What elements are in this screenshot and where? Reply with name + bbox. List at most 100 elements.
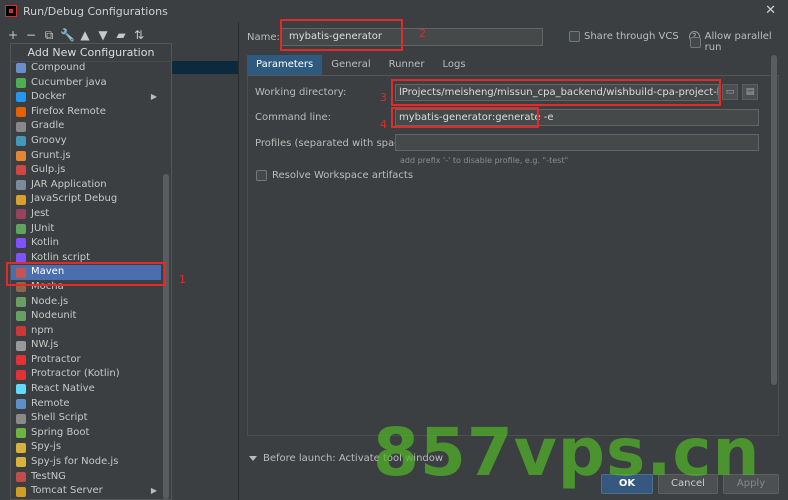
config-type-protractor[interactable]: Protractor xyxy=(11,353,161,368)
config-type-protractor-kotlin[interactable]: Protractor (Kotlin) xyxy=(11,367,161,382)
remove-icon[interactable]: − xyxy=(24,28,38,42)
expand-triangle-icon[interactable] xyxy=(249,456,257,461)
config-type-label: JUnit xyxy=(31,222,55,234)
config-type-label: Docker xyxy=(31,91,67,103)
annotation-number-2: 2 xyxy=(419,27,426,40)
config-type-node-js[interactable]: Node.js xyxy=(11,295,161,310)
tab-general[interactable]: General xyxy=(322,55,379,75)
config-type-react-native[interactable]: React Native xyxy=(11,382,161,397)
tab-runner[interactable]: Runner xyxy=(380,55,434,75)
config-type-label: Nodeunit xyxy=(31,310,77,322)
config-type-label: Node.js xyxy=(31,295,69,307)
arrow-down-icon[interactable]: ▼ xyxy=(96,28,110,42)
nodejs-icon xyxy=(16,296,26,307)
name-label: Name: xyxy=(247,31,280,43)
config-type-grunt-js[interactable]: Grunt.js xyxy=(11,149,161,164)
config-type-label: Spring Boot xyxy=(31,426,90,438)
working-directory-label: Working directory: xyxy=(255,87,347,98)
npm-icon xyxy=(16,325,26,336)
config-type-compound[interactable]: Compound xyxy=(11,61,161,76)
tab-parameters[interactable]: Parameters xyxy=(247,55,323,75)
copy-icon[interactable]: ⧉ xyxy=(42,28,56,42)
share-vcs-label: Share through VCS xyxy=(584,31,679,42)
right-scrollbar[interactable] xyxy=(771,55,777,385)
folder-icon[interactable]: ▰ xyxy=(114,28,128,42)
config-type-label: Shell Script xyxy=(31,412,88,424)
annotation-box-command-line xyxy=(391,107,539,128)
config-type-label: npm xyxy=(31,324,54,336)
config-type-jest[interactable]: Jest xyxy=(11,207,161,222)
config-type-testng[interactable]: TestNG xyxy=(11,470,161,485)
config-type-label: React Native xyxy=(31,383,95,395)
tab-logs[interactable]: Logs xyxy=(433,55,474,75)
arrow-up-icon[interactable]: ▲ xyxy=(78,28,92,42)
command-line-label: Command line: xyxy=(255,112,331,123)
popup-header: Add New Configuration xyxy=(11,44,171,62)
macro-folder-icon[interactable]: ▭ xyxy=(722,84,738,100)
remote-icon xyxy=(16,398,26,409)
spy-js-icon xyxy=(16,442,26,453)
config-type-label: Tomcat Server xyxy=(31,485,103,497)
config-type-label: Spy-js for Node.js xyxy=(31,456,119,468)
config-type-tomcat-server[interactable]: Tomcat Server ▶ xyxy=(11,484,161,499)
sort-icon[interactable]: ⇅ xyxy=(132,28,146,42)
submenu-arrow-icon: ▶ xyxy=(150,486,157,496)
config-type-label: NW.js xyxy=(31,339,59,351)
annotation-box-working-dir xyxy=(391,79,721,106)
react-native-icon xyxy=(16,384,26,395)
config-type-jar-application[interactable]: JAR Application xyxy=(11,178,161,193)
config-type-junit[interactable]: JUnit xyxy=(11,222,161,237)
config-type-nodeunit[interactable]: Nodeunit xyxy=(11,309,161,324)
add-icon[interactable]: + xyxy=(6,28,20,42)
config-type-npm[interactable]: npm xyxy=(11,324,161,339)
window-title: Run/Debug Configurations xyxy=(23,4,168,18)
module-folder-icon[interactable]: ▤ xyxy=(742,84,758,100)
config-type-label: Spy-js xyxy=(31,441,62,453)
profiles-label: Profiles (separated with space): xyxy=(255,138,414,149)
resolve-workspace-option[interactable]: Resolve Workspace artifacts xyxy=(256,170,413,181)
config-type-gulp-js[interactable]: Gulp.js xyxy=(11,163,161,178)
config-type-javascript-debug[interactable]: JavaScript Debug xyxy=(11,192,161,207)
config-type-docker[interactable]: Docker ▶ xyxy=(11,90,161,105)
config-type-gradle[interactable]: Gradle xyxy=(11,119,161,134)
jar-icon xyxy=(16,180,26,191)
spring-boot-icon xyxy=(16,428,26,439)
allow-parallel-option[interactable]: Allow parallel run xyxy=(690,31,788,53)
compound-icon xyxy=(16,63,26,74)
config-type-groovy[interactable]: Groovy xyxy=(11,134,161,149)
config-type-spring-boot[interactable]: Spring Boot xyxy=(11,426,161,441)
annotation-box-name xyxy=(280,19,403,51)
splitter[interactable] xyxy=(238,22,239,500)
config-type-nw-js[interactable]: NW.js xyxy=(11,338,161,353)
config-tree-selection[interactable] xyxy=(172,61,238,74)
profiles-input[interactable] xyxy=(395,134,759,151)
allow-parallel-checkbox[interactable] xyxy=(690,36,701,48)
config-type-spy-js[interactable]: Spy-js xyxy=(11,440,161,455)
config-type-cucumber-java[interactable]: Cucumber java xyxy=(11,76,161,91)
config-type-label: Gradle xyxy=(31,120,65,132)
config-type-firefox-remote[interactable]: Firefox Remote xyxy=(11,105,161,120)
javascript-debug-icon xyxy=(16,194,26,205)
resolve-workspace-checkbox[interactable] xyxy=(256,170,267,181)
share-vcs-checkbox[interactable] xyxy=(569,31,580,42)
config-type-remote[interactable]: Remote xyxy=(11,397,161,412)
config-type-spy-js-for-node-js[interactable]: Spy-js for Node.js xyxy=(11,455,161,470)
close-icon[interactable]: ✕ xyxy=(765,3,776,18)
wrench-icon[interactable]: 🔧 xyxy=(60,28,75,42)
testng-icon xyxy=(16,471,26,482)
share-vcs-option[interactable]: Share through VCS ? xyxy=(569,31,700,42)
parameters-panel xyxy=(247,76,779,436)
config-type-label: Remote xyxy=(31,397,70,409)
config-type-kotlin[interactable]: Kotlin xyxy=(11,236,161,251)
config-type-label: Compound xyxy=(31,62,86,73)
watermark: 857vps.cn xyxy=(373,414,761,491)
resolve-workspace-label: Resolve Workspace artifacts xyxy=(272,170,414,181)
popup-scrollbar[interactable] xyxy=(163,174,169,499)
gulp-icon xyxy=(16,165,26,176)
config-type-label: Gulp.js xyxy=(31,164,66,176)
jest-icon xyxy=(16,209,26,220)
config-type-label: JavaScript Debug xyxy=(31,193,118,205)
config-type-shell-script[interactable]: Shell Script xyxy=(11,411,161,426)
annotation-number-4: 4 xyxy=(380,118,387,131)
junit-icon xyxy=(16,223,26,234)
